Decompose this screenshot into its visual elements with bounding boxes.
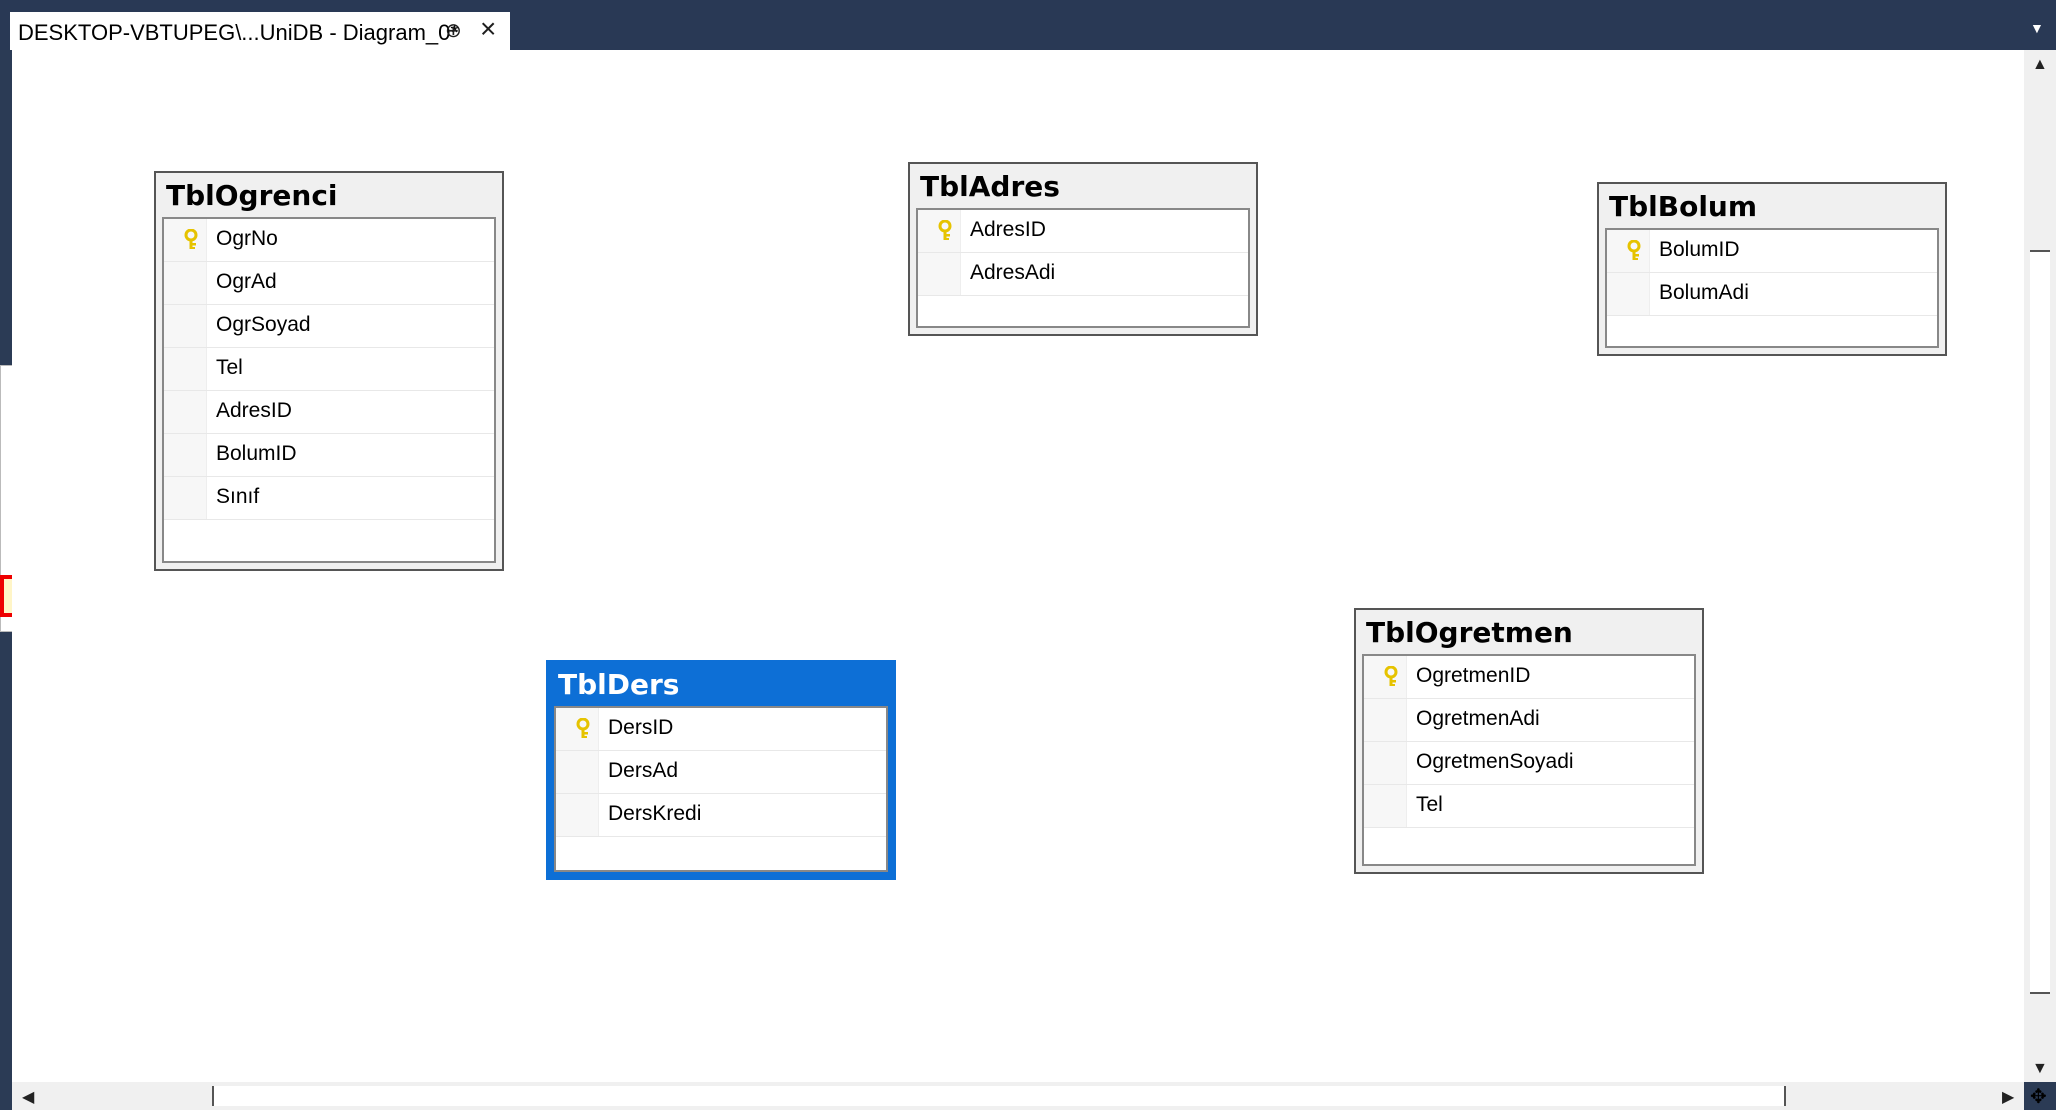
primary-key-icon xyxy=(1380,665,1402,688)
column-row[interactable]: Sınıf xyxy=(164,477,494,520)
vertical-scrollbar[interactable]: ▲ ▼ xyxy=(2024,50,2056,1082)
diagram-canvas[interactable]: TblOgrenci OgrNo OgrAd OgrSoyad Tel Adre… xyxy=(12,50,2024,1082)
column-name: OgrAd xyxy=(216,270,277,293)
close-icon[interactable]: × xyxy=(480,14,496,44)
table-title: TblDers xyxy=(558,668,680,701)
column-name: Tel xyxy=(1416,793,1443,816)
scroll-down-icon[interactable]: ▼ xyxy=(2032,1060,2048,1078)
column-row[interactable]: OgretmenAdi xyxy=(1364,699,1694,742)
vertical-scroll-thumb[interactable] xyxy=(2030,250,2050,994)
pin-icon[interactable]: ⊕ xyxy=(445,18,462,43)
table-columns-grid: OgrNo OgrAd OgrSoyad Tel AdresID BolumID… xyxy=(162,217,496,563)
table-columns-grid: AdresID AdresAdi xyxy=(916,208,1250,328)
column-row[interactable]: OgretmenSoyadi xyxy=(1364,742,1694,785)
table-TblOgretmen[interactable]: TblOgretmen OgretmenID OgretmenAdi Ogret… xyxy=(1354,608,1704,874)
scroll-up-icon[interactable]: ▲ xyxy=(2032,56,2048,74)
table-title: TblAdres xyxy=(920,170,1060,203)
column-name: BolumID xyxy=(1659,238,1740,261)
table-TblDers[interactable]: TblDers DersID DersAd DersKredi xyxy=(546,660,896,880)
column-row[interactable]: DersAd xyxy=(556,751,886,794)
scroll-right-icon[interactable]: ▶ xyxy=(2002,1087,2014,1107)
table-TblAdres[interactable]: TblAdres AdresID AdresAdi xyxy=(908,162,1258,336)
table-columns-grid: OgretmenID OgretmenAdi OgretmenSoyadi Te… xyxy=(1362,654,1696,866)
column-name: DersKredi xyxy=(608,802,702,825)
primary-key-icon xyxy=(1623,239,1645,262)
column-name: OgretmenAdi xyxy=(1416,707,1540,730)
column-name: DersAd xyxy=(608,759,679,782)
column-row[interactable]: OgrAd xyxy=(164,262,494,305)
column-row[interactable]: AdresID xyxy=(918,210,1248,253)
table-title: TblOgretmen xyxy=(1366,616,1573,649)
column-name: AdresAdi xyxy=(970,261,1056,284)
column-row[interactable]: Tel xyxy=(1364,785,1694,828)
column-row[interactable]: Tel xyxy=(164,348,494,391)
column-row[interactable]: OgretmenID xyxy=(1364,656,1694,699)
column-row[interactable]: BolumID xyxy=(1607,230,1937,273)
document-tab[interactable]: DESKTOP-VBTUPEG\...UniDB - Diagram_0* ⊕ … xyxy=(10,12,510,50)
column-row[interactable]: DersKredi xyxy=(556,794,886,837)
tab-dropdown-icon[interactable]: ▼ xyxy=(2030,20,2044,36)
column-row[interactable]: BolumAdi xyxy=(1607,273,1937,316)
column-name: OgretmenSoyadi xyxy=(1416,750,1574,773)
scroll-left-icon[interactable]: ◀ xyxy=(22,1087,34,1107)
table-columns-grid: DersID DersAd DersKredi xyxy=(554,706,888,872)
column-name: Sınıf xyxy=(216,485,260,508)
horizontal-scrollbar[interactable]: ◀ ▶ xyxy=(12,1082,2024,1110)
column-row[interactable]: OgrSoyad xyxy=(164,305,494,348)
move-icon[interactable]: ✥ xyxy=(2030,1084,2047,1109)
column-row[interactable]: BolumID xyxy=(164,434,494,477)
column-name: BolumAdi xyxy=(1659,281,1749,304)
column-row[interactable]: DersID xyxy=(556,708,886,751)
table-columns-grid: BolumID BolumAdi xyxy=(1605,228,1939,348)
column-name: BolumID xyxy=(216,442,297,465)
column-name: AdresID xyxy=(216,399,292,422)
document-tab-title: DESKTOP-VBTUPEG\...UniDB - Diagram_0* xyxy=(18,20,459,45)
document-tab-bar: DESKTOP-VBTUPEG\...UniDB - Diagram_0* ⊕ … xyxy=(0,0,2056,50)
table-TblBolum[interactable]: TblBolum BolumID BolumAdi xyxy=(1597,182,1947,356)
column-name: AdresID xyxy=(970,218,1046,241)
primary-key-icon xyxy=(180,228,202,251)
table-title: TblBolum xyxy=(1609,190,1758,223)
column-name: OgretmenID xyxy=(1416,664,1531,687)
table-title: TblOgrenci xyxy=(166,179,338,212)
column-name: DersID xyxy=(608,716,674,739)
horizontal-scroll-thumb[interactable] xyxy=(212,1086,1786,1106)
primary-key-icon xyxy=(572,717,594,740)
column-row[interactable]: AdresAdi xyxy=(918,253,1248,296)
table-TblOgrenci[interactable]: TblOgrenci OgrNo OgrAd OgrSoyad Tel Adre… xyxy=(154,171,504,571)
column-name: OgrNo xyxy=(216,227,278,250)
column-name: Tel xyxy=(216,356,243,379)
column-name: OgrSoyad xyxy=(216,313,311,336)
primary-key-icon xyxy=(934,219,956,242)
column-row[interactable]: OgrNo xyxy=(164,219,494,262)
column-row[interactable]: AdresID xyxy=(164,391,494,434)
